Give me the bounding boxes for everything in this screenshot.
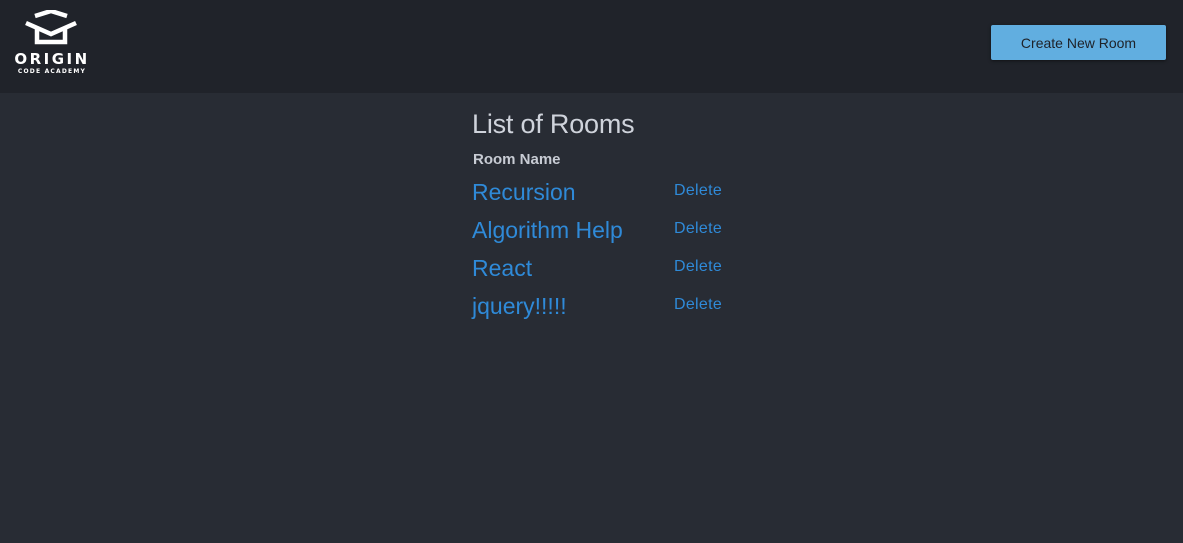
room-row: React Delete <box>472 250 872 288</box>
delete-room-button[interactable]: Delete <box>674 219 722 239</box>
graduation-cap-icon: ORIGIN CODE ACADEMY <box>14 10 89 75</box>
room-name-column-header: Room Name <box>473 151 561 168</box>
room-link-algorithm-help[interactable]: Algorithm Help <box>472 216 623 244</box>
room-list: Recursion Delete Algorithm Help Delete R… <box>472 174 872 326</box>
logo-title: ORIGIN <box>14 50 89 68</box>
room-row: Algorithm Help Delete <box>472 212 872 250</box>
origin-code-academy-logo[interactable]: ORIGIN CODE ACADEMY <box>10 10 96 76</box>
room-link-jquery[interactable]: jquery!!!!! <box>472 292 567 320</box>
delete-room-button[interactable]: Delete <box>674 257 722 277</box>
create-new-room-button[interactable]: Create New Room <box>991 25 1166 60</box>
room-link-react[interactable]: React <box>472 254 532 282</box>
delete-room-button[interactable]: Delete <box>674 295 722 315</box>
room-row: jquery!!!!! Delete <box>472 288 872 326</box>
page-title: List of Rooms <box>472 109 635 139</box>
logo-subtitle: CODE ACADEMY <box>18 68 86 75</box>
delete-room-button[interactable]: Delete <box>674 181 722 201</box>
room-link-recursion[interactable]: Recursion <box>472 178 576 206</box>
top-header: ORIGIN CODE ACADEMY Create New Room <box>0 0 1183 93</box>
room-row: Recursion Delete <box>472 174 872 212</box>
rooms-section: List of Rooms Room Name Recursion Delete… <box>472 106 872 326</box>
